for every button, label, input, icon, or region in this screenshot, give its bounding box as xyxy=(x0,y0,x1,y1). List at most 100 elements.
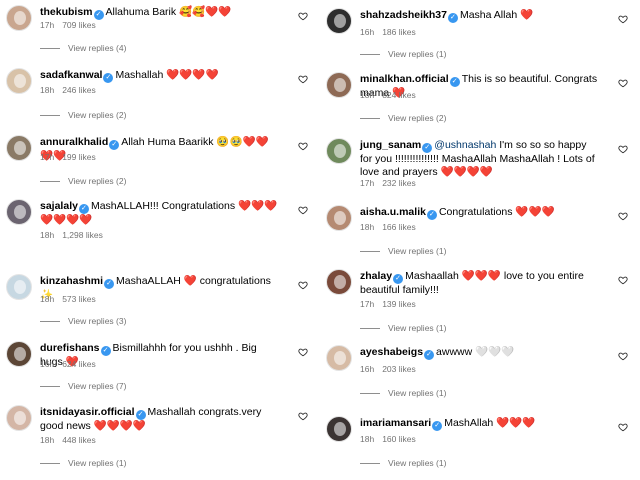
avatar[interactable] xyxy=(6,68,32,94)
avatar[interactable] xyxy=(6,199,32,225)
comment-time[interactable]: 18h xyxy=(40,294,54,304)
avatar[interactable] xyxy=(326,8,352,34)
comment-time[interactable]: 18h xyxy=(40,435,54,445)
comment-username[interactable]: kinzahashmi xyxy=(40,275,103,287)
avatar[interactable] xyxy=(6,135,32,161)
verified-badge-icon: ✓ xyxy=(426,210,437,220)
comment-time[interactable]: 18h xyxy=(40,85,54,95)
comment-likes[interactable]: 203 likes xyxy=(382,364,416,374)
comment-likes[interactable]: 139 likes xyxy=(382,299,416,309)
like-heart-icon[interactable] xyxy=(618,144,628,154)
like-heart-icon[interactable] xyxy=(618,14,628,24)
like-heart-icon[interactable] xyxy=(298,141,308,151)
like-heart-icon[interactable] xyxy=(298,347,308,357)
verified-badge-icon: ✓ xyxy=(78,204,89,214)
view-replies-button[interactable]: View replies (3) xyxy=(40,316,126,326)
replies-dash xyxy=(40,115,60,117)
comment-time[interactable]: 17h xyxy=(40,152,54,162)
comment-likes[interactable]: 166 likes xyxy=(382,222,416,232)
comment-body: sadafkanwal ✓ Mashallah ❤️❤️❤️❤️ xyxy=(40,69,278,83)
comment-time[interactable]: 17h xyxy=(40,20,54,30)
avatar[interactable] xyxy=(6,405,32,431)
comment-username[interactable]: aisha.u.malik xyxy=(360,206,426,218)
comment-username[interactable]: annuralkhalid xyxy=(40,136,108,148)
comment-username[interactable]: imariamansari xyxy=(360,417,431,429)
avatar-face xyxy=(334,275,346,289)
comment-likes[interactable]: 246 likes xyxy=(62,85,96,95)
view-replies-label: View replies (1) xyxy=(388,323,447,333)
like-heart-icon[interactable] xyxy=(618,422,628,432)
comment-likes[interactable]: 232 likes xyxy=(382,178,416,188)
view-replies-button[interactable]: View replies (1) xyxy=(360,458,446,468)
verified-badge-icon: ✓ xyxy=(100,346,111,356)
replies-dash xyxy=(40,321,60,323)
comment-username[interactable]: minalkhan.official xyxy=(360,73,449,85)
view-replies-button[interactable]: View replies (1) xyxy=(360,323,446,333)
view-replies-button[interactable]: View replies (1) xyxy=(360,388,446,398)
view-replies-button[interactable]: View replies (1) xyxy=(360,246,446,256)
comment-likes[interactable]: 624 likes xyxy=(62,359,96,369)
comment-username[interactable]: jung_sanam xyxy=(360,139,421,151)
avatar[interactable] xyxy=(6,274,32,300)
comment-likes[interactable]: 199 likes xyxy=(62,152,96,162)
comments-column-right: shahzadsheikh37 ✓ Masha Allah ❤️ 16h 186 lik… xyxy=(320,0,640,480)
avatar[interactable] xyxy=(6,5,32,31)
comment-likes[interactable]: 573 likes xyxy=(62,294,96,304)
like-heart-icon[interactable] xyxy=(298,205,308,215)
view-replies-button[interactable]: View replies (4) xyxy=(40,43,126,53)
avatar[interactable] xyxy=(326,138,352,164)
view-replies-button[interactable]: View replies (2) xyxy=(360,113,446,123)
like-heart-icon[interactable] xyxy=(618,78,628,88)
comment-meta: 16h 203 likes xyxy=(360,364,416,374)
view-replies-button[interactable]: View replies (1) xyxy=(40,458,126,468)
view-replies-label: View replies (1) xyxy=(388,388,447,398)
comment-username[interactable]: ayeshabeigs xyxy=(360,346,423,358)
replies-dash xyxy=(360,393,380,395)
comment-time[interactable]: 16h xyxy=(360,364,374,374)
comment-likes[interactable]: 448 likes xyxy=(62,435,96,445)
avatar[interactable] xyxy=(6,341,32,367)
comment-likes[interactable]: 824 likes xyxy=(382,90,416,100)
avatar-face xyxy=(14,347,26,361)
comment-likes[interactable]: 186 likes xyxy=(382,27,416,37)
comment-text: Mashaallah ❤️❤️❤️ love to you entire bea… xyxy=(360,270,584,296)
comment-username[interactable]: thekubism xyxy=(40,6,93,18)
comment-time[interactable]: 18h xyxy=(360,434,374,444)
comment-username[interactable]: sajalaly xyxy=(40,200,78,212)
view-replies-button[interactable]: View replies (2) xyxy=(40,176,126,186)
comment-username[interactable]: itsnidayasir.official xyxy=(40,406,135,418)
comment-meta: 18h 824 likes xyxy=(360,90,416,100)
comment-time[interactable]: 17h xyxy=(360,299,374,309)
comment-likes[interactable]: 160 likes xyxy=(382,434,416,444)
comment-time[interactable]: 18h xyxy=(360,222,374,232)
comment-username[interactable]: zhalay xyxy=(360,270,392,282)
avatar[interactable] xyxy=(326,205,352,231)
view-replies-button[interactable]: View replies (2) xyxy=(40,110,126,120)
comment-time[interactable]: 18h xyxy=(360,90,374,100)
like-heart-icon[interactable] xyxy=(618,351,628,361)
replies-dash xyxy=(360,118,380,120)
avatar-face xyxy=(334,211,346,225)
comment-username[interactable]: shahzadsheikh37 xyxy=(360,9,447,21)
view-replies-button[interactable]: View replies (1) xyxy=(360,49,446,59)
comment-username[interactable]: durefishans xyxy=(40,342,100,354)
like-heart-icon[interactable] xyxy=(618,275,628,285)
like-heart-icon[interactable] xyxy=(298,280,308,290)
like-heart-icon[interactable] xyxy=(618,211,628,221)
avatar[interactable] xyxy=(326,345,352,371)
comment-username[interactable]: sadafkanwal xyxy=(40,69,102,81)
view-replies-button[interactable]: View replies (7) xyxy=(40,381,126,391)
avatar[interactable] xyxy=(326,269,352,295)
comment-time[interactable]: 18h xyxy=(40,230,54,240)
like-heart-icon[interactable] xyxy=(298,11,308,21)
comment-time[interactable]: 17h xyxy=(360,178,374,188)
comment-likes[interactable]: 709 likes xyxy=(62,20,96,30)
comment-time[interactable]: 16h xyxy=(360,27,374,37)
mention-link[interactable]: @ushnashah xyxy=(434,139,496,151)
comment-likes[interactable]: 1,298 likes xyxy=(62,230,103,240)
avatar[interactable] xyxy=(326,72,352,98)
like-heart-icon[interactable] xyxy=(298,411,308,421)
comment-time[interactable]: 16h xyxy=(40,359,54,369)
avatar[interactable] xyxy=(326,416,352,442)
like-heart-icon[interactable] xyxy=(298,74,308,84)
